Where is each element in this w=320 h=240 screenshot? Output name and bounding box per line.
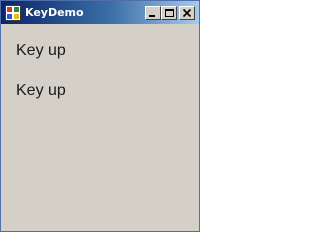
close-button[interactable]	[179, 6, 195, 20]
key-status-label-1: Key up	[16, 42, 66, 59]
close-icon	[182, 8, 192, 18]
minimize-icon	[149, 15, 155, 17]
minimize-button[interactable]	[145, 6, 161, 20]
title-bar[interactable]: KeyDemo	[1, 1, 199, 24]
client-area: Key up Key up	[1, 24, 199, 231]
maximize-icon	[165, 9, 174, 17]
key-status-label-2: Key up	[16, 82, 66, 99]
maximize-button[interactable]	[161, 6, 177, 20]
keydemo-window: KeyDemo Key up Key up	[0, 0, 200, 232]
window-title: KeyDemo	[25, 6, 84, 19]
app-icon[interactable]	[5, 5, 21, 21]
